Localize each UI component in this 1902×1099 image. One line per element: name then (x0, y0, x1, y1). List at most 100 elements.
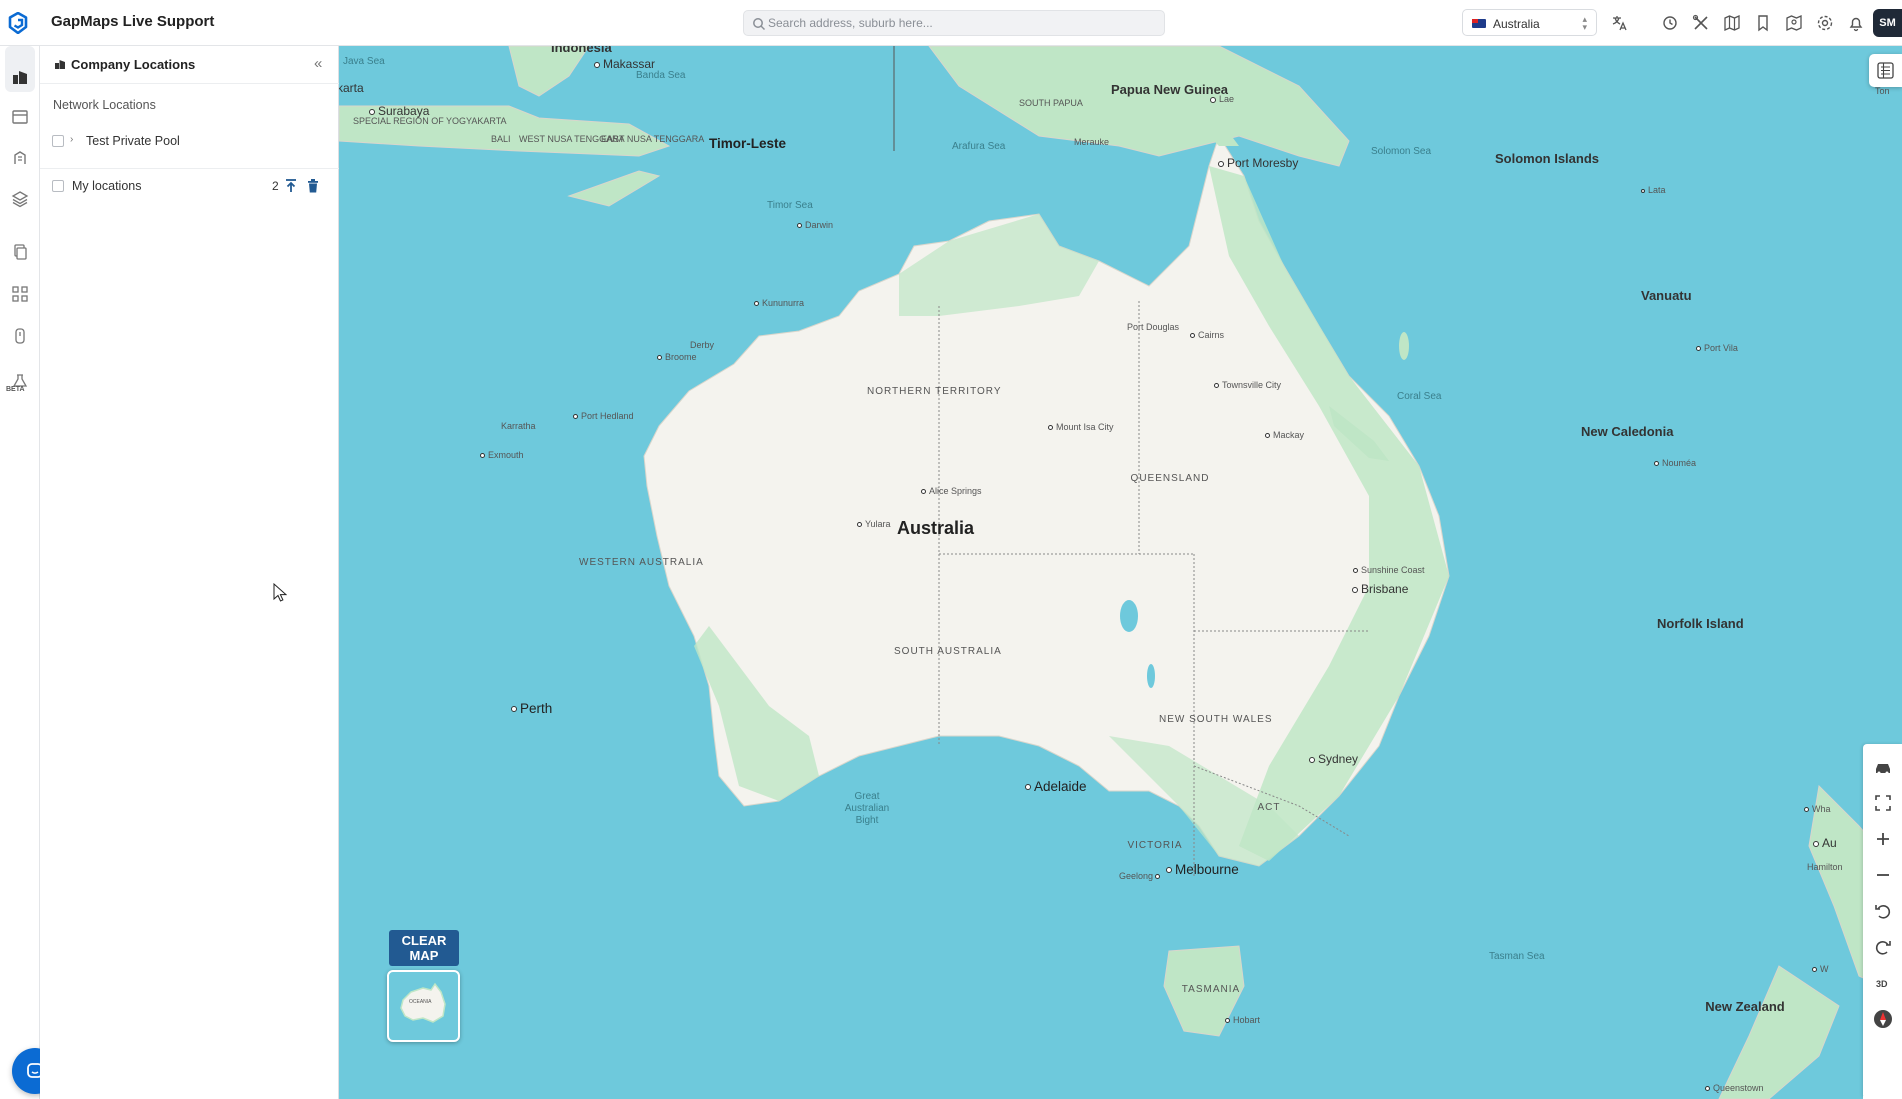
map-label-exmouth: Exmouth (480, 450, 524, 460)
map-label-new-caledonia: New Caledonia (1581, 424, 1674, 439)
3d-toggle-button[interactable]: 3D (1872, 972, 1894, 994)
clear-map-button[interactable]: CLEAR MAP (389, 930, 459, 966)
section-label: Network Locations (53, 98, 156, 112)
tools-icon[interactable] (1691, 13, 1711, 33)
chevron-updown-icon: ▴ ▾ (1582, 14, 1587, 32)
rail-apps-button[interactable] (5, 279, 35, 309)
map-label-west-nusa: WEST NUSA TENGGARA (519, 134, 625, 144)
minus-icon (1877, 874, 1889, 876)
chevron-right-icon[interactable]: › (70, 134, 73, 145)
map-label-yogyakarta: SPECIAL REGION OF YOGYAKARTA (353, 116, 507, 126)
checkbox[interactable] (52, 180, 64, 192)
upload-icon[interactable] (284, 178, 298, 194)
map-label-vanuatu: Vanuatu (1641, 288, 1692, 303)
panel-header: Company Locations « (40, 46, 339, 84)
timor-landmass (567, 170, 661, 207)
gapmaps-logo-icon[interactable] (8, 11, 28, 35)
user-avatar[interactable]: SM (1873, 9, 1902, 37)
fullscreen-button[interactable] (1872, 792, 1894, 814)
documents-icon (14, 244, 27, 260)
map-label-australia: Australia (897, 518, 975, 538)
saved-maps-icon[interactable] (1784, 13, 1804, 33)
map-label-karta: karta (339, 81, 364, 95)
rotate-right-button[interactable] (1872, 936, 1894, 958)
map-label-tasmania: TASMANIA (1181, 984, 1241, 995)
map-label-derby: Derby (690, 340, 715, 350)
map-label-new-zealand: New Zealand (1705, 999, 1785, 1014)
trash-icon[interactable] (306, 178, 320, 194)
map-label-lata: Lata (1641, 185, 1666, 195)
rail-layers-button[interactable] (5, 184, 35, 214)
map-canvas[interactable]: Indonesia Java Sea Makassar Banda Sea ka… (339, 46, 1902, 1099)
map-label-coral-sea: Coral Sea (1397, 391, 1442, 402)
map-label-timor-sea: Timor Sea (767, 200, 813, 211)
country-select[interactable]: Australia ▴ ▾ (1462, 9, 1597, 36)
list-icon (1877, 62, 1894, 79)
map-label-port-vila: Port Vila (1696, 343, 1738, 353)
settings-icon[interactable] (1815, 13, 1835, 33)
map-label-indonesia: Indonesia (551, 46, 612, 55)
zoom-in-button[interactable] (1872, 828, 1894, 850)
map-label-mackay: Mackay (1265, 430, 1304, 440)
map-label-karratha: Karratha (501, 421, 536, 431)
translate-icon[interactable] (1610, 13, 1630, 33)
report-icon (14, 151, 26, 164)
map-label-townsville: Townsville City (1214, 380, 1281, 390)
zoom-out-button[interactable] (1872, 864, 1894, 886)
car-icon (1876, 764, 1890, 775)
search-bar[interactable] (743, 10, 1165, 36)
rail-company-locations-button[interactable] (5, 62, 35, 92)
search-icon (753, 18, 766, 31)
map-base-layer (339, 46, 1902, 1099)
app-title: GapMaps Live Support (51, 13, 215, 30)
bookmark-icon[interactable] (1753, 13, 1773, 33)
map-label-solomon-sea: Solomon Sea (1371, 146, 1432, 157)
nz-south-island (1718, 965, 1840, 1099)
map-label-geelong: Geelong (1119, 871, 1163, 881)
map-label-arafura-sea: Arafura Sea (952, 141, 1006, 152)
map-label-merauke: Merauke (1074, 137, 1110, 147)
rail-stores-button[interactable] (5, 102, 35, 132)
layers-icon (11, 191, 29, 208)
legend-toggle-button[interactable] (1869, 54, 1902, 87)
collapse-panel-button[interactable]: « (314, 55, 322, 72)
rail-data-button[interactable] (5, 321, 35, 351)
minimap-thumbnail[interactable]: OCEANIA (387, 970, 460, 1042)
map-label-port-hedland: Port Hedland (573, 411, 634, 421)
map-label-east-nusa: EAST NUSA TENGGARA (601, 134, 705, 144)
panel-title: Company Locations (71, 57, 196, 72)
map-label-brisbane: Brisbane (1352, 582, 1408, 596)
compass-button[interactable] (1872, 1008, 1894, 1030)
map-label-yulara: Yulara (857, 519, 891, 529)
map-label-java-sea: Java Sea (343, 56, 385, 67)
map-label-norfolk-island: Norfolk Island (1657, 616, 1744, 631)
map-label-melbourne: Melbourne (1166, 862, 1239, 877)
map-layers-icon[interactable] (1722, 13, 1742, 33)
history-icon[interactable] (1660, 13, 1680, 33)
traffic-car-button[interactable] (1872, 756, 1894, 778)
list-item-my-locations[interactable]: My locations 2 (40, 174, 339, 200)
map-label-sunshine-coast: Sunshine Coast (1353, 565, 1425, 575)
map-label-south-papua: SOUTH PAPUA (1019, 98, 1083, 108)
notification-bell-icon[interactable] (1846, 13, 1866, 33)
search-input[interactable] (768, 14, 1148, 32)
rotate-left-button[interactable] (1872, 900, 1894, 922)
lake-torrens (1147, 664, 1155, 688)
checkbox[interactable] (52, 135, 64, 147)
map-label-broome: Broome (657, 352, 697, 362)
list-item-test-private-pool[interactable]: › Test Private Pool (40, 129, 339, 155)
map-label-whangarei: Wha (1804, 804, 1831, 814)
svg-text:3D: 3D (1876, 979, 1888, 989)
map-label-hamilton: Hamilton (1807, 862, 1843, 872)
rail-reports-button[interactable] (5, 143, 35, 173)
rail-documents-button[interactable] (5, 237, 35, 267)
lake-eyre (1120, 600, 1138, 632)
map-label-cairns: Cairns (1190, 330, 1224, 340)
map-label-act: ACT (1257, 802, 1281, 813)
map-label-sydney: Sydney (1309, 752, 1358, 766)
map-label-lae: Lae (1210, 94, 1234, 104)
map-label-alice-springs: Alice Springs (921, 486, 982, 496)
map-label-png: Papua New Guinea (1111, 82, 1229, 97)
buildings-icon (55, 60, 65, 69)
map-label-solomon-islands: Solomon Islands (1495, 151, 1600, 166)
